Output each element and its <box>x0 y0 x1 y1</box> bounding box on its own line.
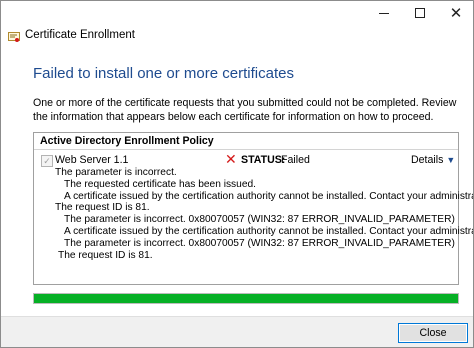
progress-fill <box>34 294 458 303</box>
minimize-icon <box>379 12 389 14</box>
status-message: The parameter is incorrect. <box>55 167 177 178</box>
status-message: The request ID is 81. <box>55 202 150 214</box>
window-header: Certificate Enrollment <box>1 25 473 49</box>
certificate-icon <box>8 32 20 42</box>
intro-text: One or more of the certificate requests … <box>33 97 457 123</box>
footer-bar: Close <box>1 316 473 347</box>
chevron-down-icon: ▼ <box>446 155 456 165</box>
panel-header: Active Directory Enrollment Policy <box>34 133 458 150</box>
maximize-button[interactable] <box>402 1 438 25</box>
title-bar: ✕ <box>1 1 473 25</box>
status-message: The request ID is 81. <box>58 249 153 261</box>
error-x-icon: ✕ <box>225 151 237 167</box>
details-toggle[interactable]: Details ▼ <box>411 154 455 166</box>
status-message: A certificate issued by the certificatio… <box>64 225 474 237</box>
status-message: The parameter is incorrect. 0x80070057 (… <box>64 237 455 249</box>
certificate-enrollment-window: ✕ Certificate Enrollment Failed to insta… <box>0 0 474 348</box>
certificate-checkbox[interactable]: ✓ <box>41 155 53 167</box>
panel-title: Active Directory Enrollment Policy <box>40 135 214 147</box>
minimize-button[interactable] <box>366 1 402 25</box>
close-button[interactable]: Close <box>398 323 468 343</box>
maximize-icon <box>415 8 425 18</box>
page-heading: Failed to install one or more certificat… <box>33 65 294 82</box>
status-value: Failed <box>281 154 310 166</box>
close-icon: ✕ <box>449 4 463 22</box>
progress-bar <box>33 293 459 304</box>
window-title: Certificate Enrollment <box>25 29 135 41</box>
certificate-name: Web Server 1.1 <box>55 154 129 166</box>
status-message: A certificate issued by the certificatio… <box>64 190 474 202</box>
status-message: The requested certificate has been issue… <box>64 178 256 190</box>
status-message: The parameter is incorrect. 0x80070057 (… <box>64 214 455 226</box>
details-label: Details <box>411 154 444 166</box>
status-label: STATUS: <box>241 154 286 166</box>
window-close-button[interactable]: ✕ <box>438 1 473 25</box>
enrollment-policy-panel: Active Directory Enrollment Policy ✓ Web… <box>33 132 474 285</box>
status-messages: The parameter is incorrect. The requeste… <box>55 167 474 261</box>
